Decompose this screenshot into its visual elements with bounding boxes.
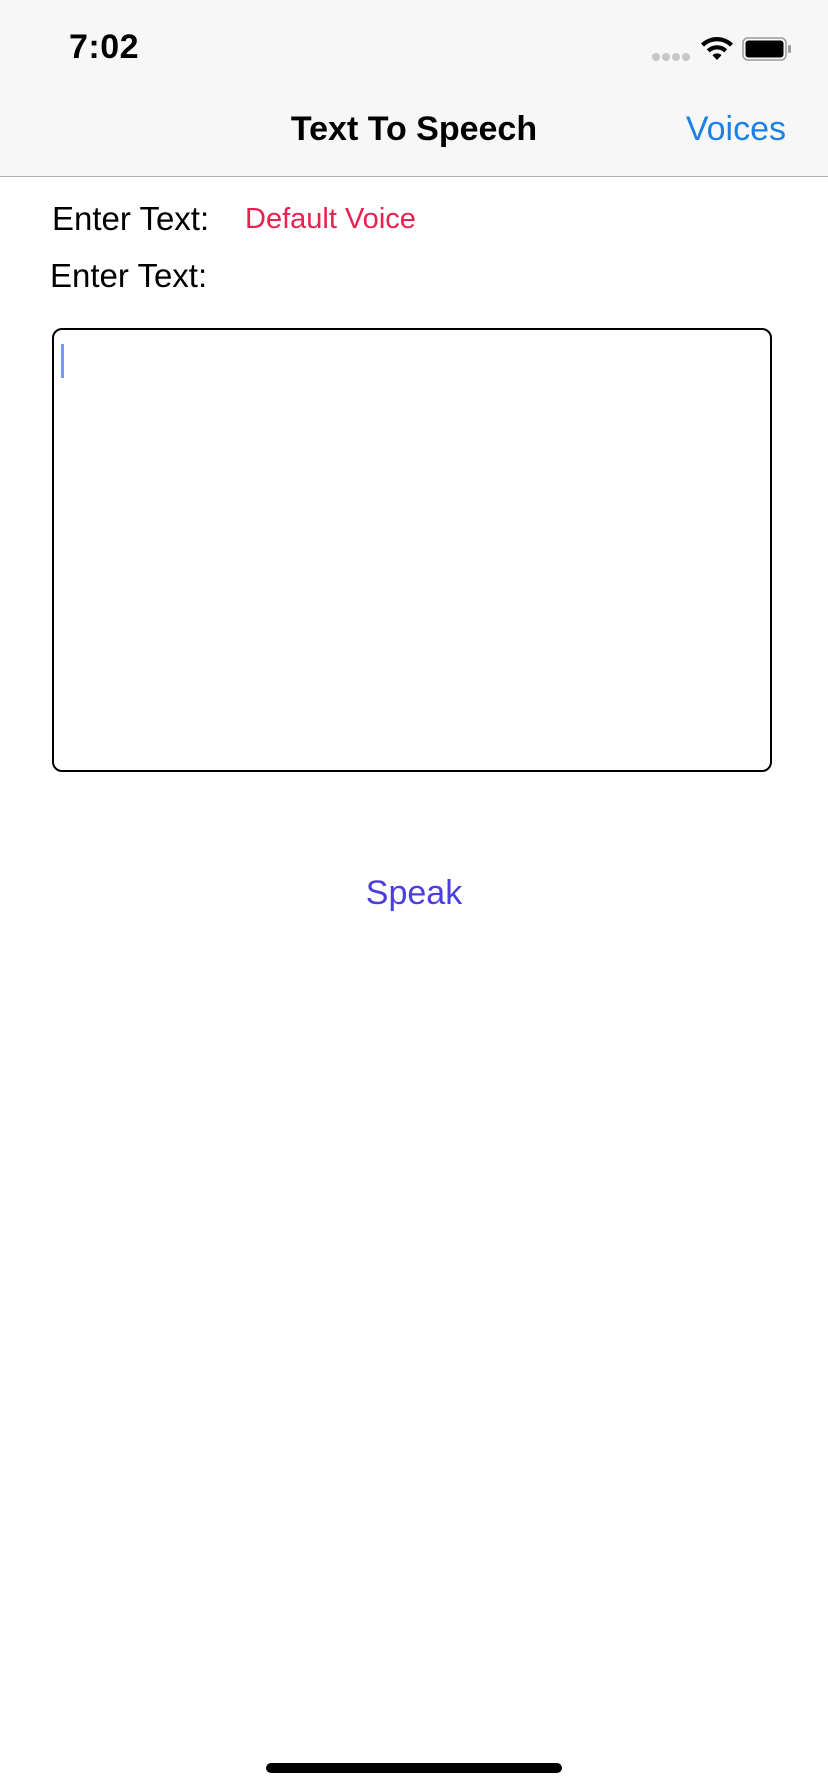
enter-text-label: Enter Text:	[52, 200, 210, 237]
enter-text-label-secondary: Enter Text:	[50, 257, 208, 294]
screen: 7:02 Text To Speech Voices Enter Text: D…	[0, 0, 828, 1792]
text-caret	[61, 344, 64, 378]
selected-voice-label: Default Voice	[245, 203, 416, 235]
signal-dots-icon	[652, 53, 692, 61]
home-indicator	[266, 1763, 562, 1773]
battery-icon	[742, 37, 791, 61]
speak-button[interactable]: Speak	[0, 874, 828, 913]
text-input-area[interactable]	[52, 328, 772, 772]
status-time: 7:02	[69, 28, 140, 66]
top-bar: 7:02 Text To Speech Voices	[0, 0, 828, 177]
voices-button[interactable]: Voices	[686, 110, 786, 149]
wifi-icon	[701, 37, 733, 60]
